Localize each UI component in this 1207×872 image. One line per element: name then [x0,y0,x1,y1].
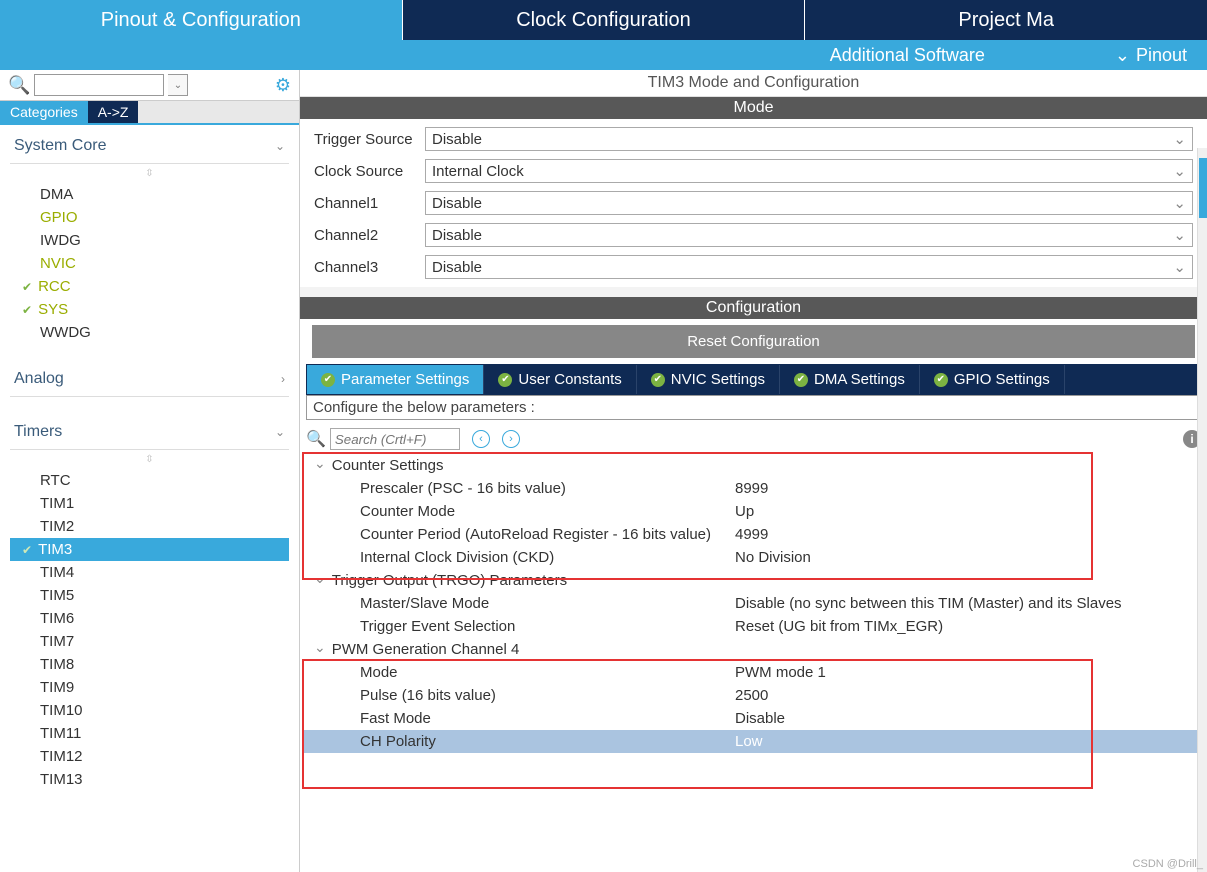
sidebar-search-input[interactable] [34,74,164,96]
tab-pinout-config[interactable]: Pinout & Configuration [0,0,402,40]
configure-hint: Configure the below parameters : [306,395,1201,420]
config-tabs: ✔Parameter Settings ✔User Constants ✔NVI… [306,364,1201,395]
select-channel2[interactable]: Disable⌄ [425,223,1193,247]
check-icon: ✔ [794,373,808,387]
chevron-down-icon: ⌄ [1173,194,1186,212]
parameter-search-input[interactable] [330,428,460,450]
label-channel1: Channel1 [314,195,419,212]
sidebar-item-tim7[interactable]: TIM7 [10,630,289,653]
sidebar: 🔍 ⌄ ⚙ Categories A->Z System Core⌄ ⇳ DMA… [0,70,300,872]
param-pwm-fast-mode[interactable]: Fast ModeDisable [304,707,1203,730]
sidebar-item-tim3[interactable]: TIM3 [10,538,289,561]
sidebar-item-wwdg[interactable]: WWDG [10,321,289,344]
group-counter-settings[interactable]: Counter Settings [304,454,1203,477]
search-icon[interactable]: 🔍 [306,429,326,449]
sidebar-item-tim13[interactable]: TIM13 [10,768,289,791]
check-icon: ✔ [321,373,335,387]
gear-icon[interactable]: ⚙ [275,75,291,96]
param-trigger-event-selection[interactable]: Trigger Event SelectionReset (UG bit fro… [304,615,1203,638]
select-trigger-source[interactable]: Disable⌄ [425,127,1193,151]
sort-icon[interactable]: ⇳ [10,164,289,183]
parameters-area: Counter Settings Prescaler (PSC - 16 bit… [300,454,1207,773]
next-icon[interactable]: › [502,430,520,448]
check-icon: ✔ [498,373,512,387]
group-trgo-parameters[interactable]: Trigger Output (TRGO) Parameters [304,569,1203,592]
tab-project-manager[interactable]: Project Ma [804,0,1207,40]
sidebar-item-tim5[interactable]: TIM5 [10,584,289,607]
section-system-core[interactable]: System Core⌄ [10,129,289,164]
param-clock-division[interactable]: Internal Clock Division (CKD)No Division [304,546,1203,569]
check-icon: ✔ [651,373,665,387]
watermark: CSDN @Drill_ [1133,858,1203,870]
sidebar-item-nvic[interactable]: NVIC [10,252,289,275]
section-analog[interactable]: Analog› [10,362,289,397]
prev-icon[interactable]: ‹ [472,430,490,448]
tab-user-constants[interactable]: ✔User Constants [484,365,636,394]
sidebar-item-rcc[interactable]: RCC [10,275,289,298]
tab-nvic-settings[interactable]: ✔NVIC Settings [637,365,780,394]
sidebar-search-dropdown[interactable]: ⌄ [168,74,188,96]
sidebar-item-tim12[interactable]: TIM12 [10,745,289,768]
group-pwm-channel4[interactable]: PWM Generation Channel 4 [304,638,1203,661]
section-timers[interactable]: Timers⌄ [10,415,289,450]
sidebar-item-tim1[interactable]: TIM1 [10,492,289,515]
main-tabs: Pinout & Configuration Clock Configurati… [0,0,1207,40]
check-icon: ✔ [934,373,948,387]
sidebar-item-sys[interactable]: SYS [10,298,289,321]
content-area: TIM3 Mode and Configuration Mode Trigger… [300,70,1207,872]
panel-title: TIM3 Mode and Configuration [300,70,1207,97]
search-icon[interactable]: 🔍 [8,75,30,96]
mode-header: Mode [300,97,1207,119]
tab-parameter-settings[interactable]: ✔Parameter Settings [307,365,484,394]
sidebar-item-tim4[interactable]: TIM4 [10,561,289,584]
chevron-down-icon: ⌄ [1173,130,1186,148]
sort-icon[interactable]: ⇳ [10,450,289,469]
sidebar-item-rtc[interactable]: RTC [10,469,289,492]
sub-tabs: Additional Software ⌄Pinout [0,40,1207,70]
sidebar-item-tim6[interactable]: TIM6 [10,607,289,630]
content-scrollbar[interactable] [1197,148,1207,872]
chevron-down-icon: ⌄ [275,139,285,153]
label-clock-source: Clock Source [314,163,419,180]
sidebar-item-tim8[interactable]: TIM8 [10,653,289,676]
param-pwm-ch-polarity[interactable]: CH PolarityLow [304,730,1203,753]
pinout-dropdown[interactable]: ⌄Pinout [1115,45,1187,66]
sidebar-item-dma[interactable]: DMA [10,183,289,206]
category-tabs: Categories A->Z [0,100,299,125]
param-counter-mode[interactable]: Counter ModeUp [304,500,1203,523]
select-channel3[interactable]: Disable⌄ [425,255,1193,279]
chevron-right-icon: › [281,372,285,386]
configuration-header: Configuration [300,297,1207,319]
chevron-down-icon: ⌄ [1115,45,1130,66]
param-counter-period[interactable]: Counter Period (AutoReload Register - 16… [304,523,1203,546]
tab-a-to-z[interactable]: A->Z [88,101,139,123]
sidebar-item-tim9[interactable]: TIM9 [10,676,289,699]
chevron-down-icon: ⌄ [1173,258,1186,276]
sidebar-item-tim10[interactable]: TIM10 [10,699,289,722]
param-prescaler[interactable]: Prescaler (PSC - 16 bits value)8999 [304,477,1203,500]
label-channel3: Channel3 [314,259,419,276]
tab-clock-config[interactable]: Clock Configuration [402,0,805,40]
tab-categories[interactable]: Categories [0,101,88,123]
param-pwm-mode[interactable]: ModePWM mode 1 [304,661,1203,684]
chevron-down-icon: ⌄ [1173,162,1186,180]
mode-area: Trigger Source Disable⌄ Clock Source Inter… [300,119,1207,287]
label-channel2: Channel2 [314,227,419,244]
label-trigger-source: Trigger Source [314,131,419,148]
tab-dma-settings[interactable]: ✔DMA Settings [780,365,920,394]
chevron-down-icon: ⌄ [1173,226,1186,244]
sidebar-item-iwdg[interactable]: IWDG [10,229,289,252]
additional-software-link[interactable]: Additional Software [830,45,985,66]
peripheral-tree: System Core⌄ ⇳ DMA GPIO IWDG NVIC RCC SY… [0,125,299,872]
reset-configuration-button[interactable]: Reset Configuration [312,325,1195,358]
param-pwm-pulse[interactable]: Pulse (16 bits value)2500 [304,684,1203,707]
select-channel1[interactable]: Disable⌄ [425,191,1193,215]
sidebar-item-gpio[interactable]: GPIO [10,206,289,229]
tab-gpio-settings[interactable]: ✔GPIO Settings [920,365,1065,394]
sidebar-item-tim2[interactable]: TIM2 [10,515,289,538]
sidebar-item-tim11[interactable]: TIM11 [10,722,289,745]
select-clock-source[interactable]: Internal Clock⌄ [425,159,1193,183]
chevron-down-icon: ⌄ [275,425,285,439]
param-master-slave-mode[interactable]: Master/Slave ModeDisable (no sync betwee… [304,592,1203,615]
